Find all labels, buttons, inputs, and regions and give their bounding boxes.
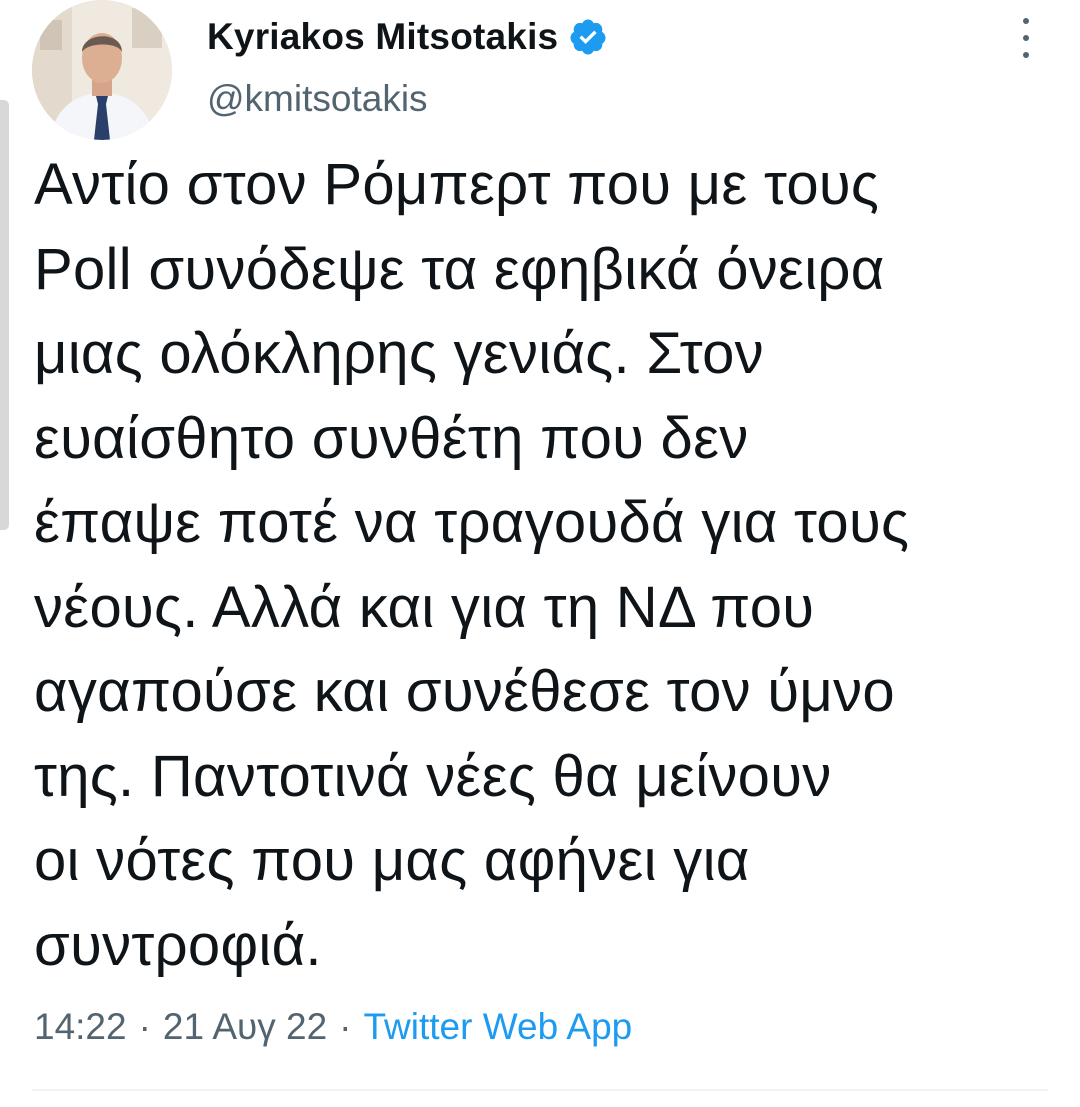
tweet-source-link[interactable]: Twitter Web App	[364, 1006, 633, 1048]
scroll-indicator	[0, 100, 9, 530]
tweet-date[interactable]: 21 Αυγ 22	[163, 1006, 327, 1048]
author-name-row[interactable]: Kyriakos Mitsotakis	[207, 12, 608, 62]
tweet-text-line: έπαψε ποτέ να τραγουδά για τους	[34, 490, 910, 555]
tweet-text-line: αγαπούσε και συνέθεσε τον ύμνο	[34, 659, 895, 724]
verified-badge-icon	[568, 17, 608, 57]
tweet-text-line: Αντίο στον Ρόμπερτ που με τους	[34, 152, 880, 217]
tweet-text-line: της. Παντοτινά νέες θα μείνουν	[34, 743, 832, 809]
author-display-name[interactable]: Kyriakos Mitsotakis	[207, 16, 558, 58]
tweet-time[interactable]: 14:22	[34, 1006, 127, 1048]
author-handle[interactable]: @kmitsotakis	[207, 78, 428, 120]
more-vertical-icon[interactable]	[1014, 18, 1038, 58]
tweet-text-line: νέους. Αλλά και για τη ΝΔ που	[34, 574, 815, 640]
more-dot	[1023, 52, 1029, 58]
tweet-text: Αντίο στον Ρόμπερτ που με τους Poll συνό…	[34, 143, 1054, 988]
meta-separator: ·	[339, 1006, 352, 1047]
avatar[interactable]	[32, 0, 172, 140]
tweet-text-line: συντροφιά.	[34, 912, 322, 978]
more-dot	[1023, 18, 1029, 24]
divider	[32, 1089, 1048, 1091]
tweet-text-line: οι νότες που μας αφήνει για	[34, 828, 750, 893]
tweet-text-line: Poll συνόδεψε τα εφηβικά όνειρα	[34, 236, 885, 302]
tweet-text-line: ευαίσθητο συνθέτη που δεν	[34, 405, 749, 471]
tweet-metadata: 14:22 · 21 Αυγ 22 · Twitter Web App	[34, 1006, 632, 1048]
tweet-text-line: μιας ολόκληρης γενιάς. Στον	[34, 321, 764, 386]
more-dot	[1023, 35, 1029, 41]
profile-photo	[32, 0, 172, 140]
meta-separator: ·	[138, 1006, 151, 1047]
